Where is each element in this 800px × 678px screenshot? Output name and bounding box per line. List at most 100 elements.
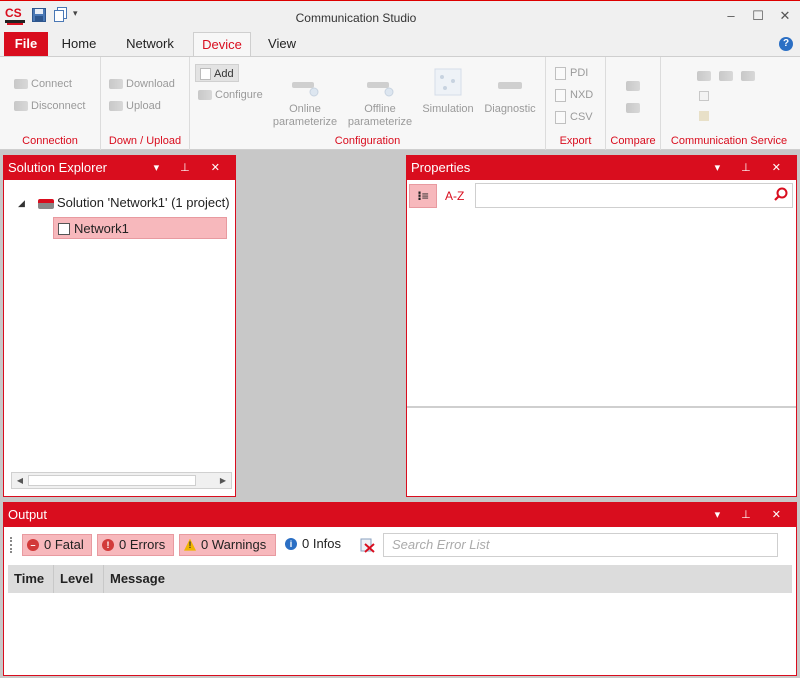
info-icon: i — [285, 537, 297, 550]
export-pdi-button[interactable]: PDI — [555, 64, 588, 82]
toolbar-grip[interactable] — [10, 537, 12, 553]
offline-label-2: parameterize — [347, 116, 413, 128]
scrollbar-thumb[interactable] — [28, 475, 196, 486]
menu-bar: File Home Network Device View ? — [0, 32, 800, 57]
tab-home[interactable]: Home — [52, 32, 106, 56]
properties-title: Properties — [411, 160, 471, 175]
configure-button[interactable]: Configure — [198, 86, 263, 104]
properties-panel: Properties ▾ ⊥ ✕ ⁝≡ A-Z — [406, 155, 797, 497]
nxd-file-icon — [555, 88, 566, 102]
comm-service-icon — [741, 71, 755, 82]
fatal-filter-button[interactable]: –0 Fatal — [22, 534, 92, 556]
fatal-label: 0 Fatal — [44, 537, 84, 552]
maximize-button[interactable]: ☐ — [745, 5, 771, 27]
panel-window-buttons[interactable]: ▾ ⊥ ✕ — [715, 503, 790, 527]
export-csv-button[interactable]: CSV — [555, 108, 593, 126]
ribbon-group-compare: Compare — [606, 57, 661, 150]
simulation-icon — [433, 67, 463, 99]
scroll-right-icon[interactable]: ▶ — [215, 473, 231, 488]
ribbon-group-label: Connection — [22, 135, 78, 147]
upload-label: Upload — [126, 100, 161, 112]
online-parameterize-icon — [290, 73, 320, 99]
csv-file-icon — [555, 110, 566, 124]
tab-view[interactable]: View — [254, 32, 310, 56]
comm-service-button-3[interactable] — [741, 67, 758, 85]
unplug-icon — [14, 101, 28, 112]
panel-window-buttons[interactable]: ▾ ⊥ ✕ — [154, 156, 229, 180]
disconnect-label: Disconnect — [31, 100, 86, 112]
tab-device[interactable]: Device — [193, 32, 251, 57]
plug-icon — [14, 79, 28, 90]
ribbon-group-connection: Connect Disconnect Connection — [0, 57, 101, 150]
ribbon-group-label: Export — [559, 135, 592, 147]
tree-expander-icon[interactable]: ◢ — [18, 198, 25, 209]
offline-parameterize-icon — [365, 73, 395, 99]
ribbon-group-label: Compare — [610, 135, 656, 147]
comm-service-button-5[interactable] — [699, 107, 712, 125]
download-icon — [109, 79, 123, 90]
close-button[interactable]: ✕ — [772, 5, 798, 27]
connect-button[interactable]: Connect — [14, 75, 72, 93]
properties-toolbar: ⁝≡ A-Z — [407, 182, 796, 210]
tab-network[interactable]: Network — [110, 32, 190, 56]
search-icon[interactable] — [774, 187, 788, 204]
output-table-header: Time Level Message — [8, 565, 792, 593]
error-list-search-input[interactable]: Search Error List — [383, 533, 778, 557]
comm-service-button-1[interactable] — [697, 67, 714, 85]
upload-icon — [109, 101, 123, 112]
errors-label: 0 Errors — [119, 537, 166, 552]
comm-service-button-4[interactable] — [699, 87, 712, 105]
alphabetical-view-button[interactable]: A-Z — [445, 184, 464, 208]
disconnect-button[interactable]: Disconnect — [14, 97, 85, 115]
tab-file[interactable]: File — [4, 32, 48, 56]
properties-search-input[interactable] — [475, 183, 793, 208]
configure-icon — [198, 90, 212, 101]
download-button[interactable]: Download — [109, 75, 175, 93]
add-button[interactable]: Add — [195, 64, 239, 82]
comm-service-icon — [699, 111, 709, 122]
output-header: Output ▾ ⊥ ✕ — [4, 503, 796, 527]
infos-filter-button[interactable]: i 0 Infos — [281, 534, 353, 556]
categorized-view-button[interactable]: ⁝≡ — [409, 184, 437, 208]
column-header-level[interactable]: Level — [54, 565, 104, 593]
minimize-button[interactable]: – — [718, 5, 744, 27]
panel-window-buttons[interactable]: ▾ ⊥ ✕ — [715, 156, 790, 180]
tree-item-network[interactable]: Network1 — [53, 217, 227, 239]
infos-label: 0 Infos — [302, 536, 342, 551]
column-header-time[interactable]: Time — [8, 565, 54, 593]
tree-item-solution[interactable]: Solution 'Network1' (1 project) — [38, 192, 234, 214]
help-icon[interactable]: ? — [779, 37, 793, 51]
online-parameterize-button[interactable]: Online parameterize — [268, 73, 342, 129]
solution-explorer-panel: Solution Explorer ▾ ⊥ ✕ ◢ Solution 'Netw… — [3, 155, 236, 497]
pdi-file-icon — [555, 66, 566, 80]
clear-errors-icon[interactable] — [359, 537, 375, 553]
error-icon: ! — [102, 538, 114, 551]
compare-button-2[interactable] — [626, 99, 643, 117]
properties-header: Properties ▾ ⊥ ✕ — [407, 156, 796, 180]
simulation-button[interactable]: Simulation — [418, 67, 478, 116]
errors-filter-button[interactable]: ! 0 Errors — [97, 534, 174, 556]
warnings-filter-button[interactable]: ! 0 Warnings — [179, 534, 276, 556]
ribbon-group-label: Down / Upload — [108, 135, 182, 147]
fatal-icon: – — [27, 538, 39, 551]
horizontal-scrollbar[interactable]: ◀ ▶ — [11, 472, 232, 489]
warnings-label: 0 Warnings — [201, 537, 267, 552]
add-device-icon — [200, 68, 211, 81]
column-header-message[interactable]: Message — [104, 565, 792, 593]
compare-button-1[interactable] — [626, 77, 643, 95]
compare-icon — [626, 81, 640, 92]
ribbon-group-export: PDI NXD CSV Export — [546, 57, 606, 150]
warning-icon: ! — [184, 538, 196, 551]
export-nxd-button[interactable]: NXD — [555, 86, 593, 104]
output-title: Output — [8, 507, 48, 522]
offline-parameterize-button[interactable]: Offline parameterize — [343, 73, 417, 129]
online-label-1: Online — [289, 103, 321, 115]
network-label: Network1 — [74, 221, 129, 236]
upload-button[interactable]: Upload — [109, 97, 161, 115]
add-label: Add — [214, 68, 234, 80]
comm-service-button-2[interactable] — [719, 67, 736, 85]
scroll-left-icon[interactable]: ◀ — [12, 473, 28, 488]
output-toolbar: –0 Fatal ! 0 Errors ! 0 Warnings i0 Infos … — [4, 529, 796, 561]
nxd-label: NXD — [570, 89, 594, 101]
diagnostic-button[interactable]: Diagnostic — [478, 73, 542, 116]
